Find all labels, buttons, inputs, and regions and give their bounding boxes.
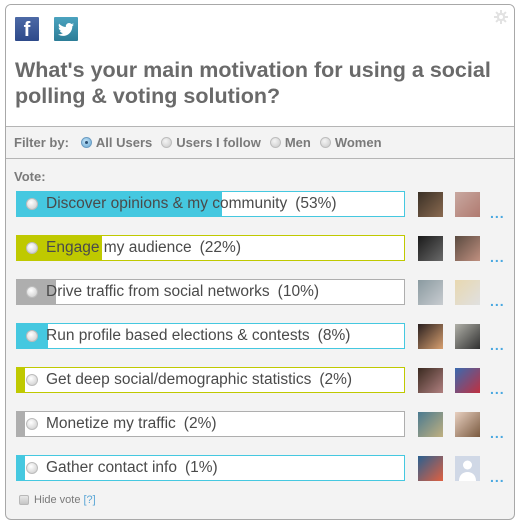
filter-option-label: Men <box>284 135 311 150</box>
hide-vote-control[interactable]: Hide vote [?] <box>19 494 96 506</box>
vote-option-row: Gather contact info (1%)... <box>6 455 514 485</box>
filter-bar: Filter by: All Users Users I follow Men … <box>6 127 514 159</box>
vote-radio-button[interactable] <box>26 198 38 210</box>
poll-header: f What's your main motivation for using … <box>6 5 514 127</box>
vote-option-label: Get deep social/demographic statistics <box>46 371 312 388</box>
more-voters-link[interactable]: ... <box>490 205 505 221</box>
filter-option-label: Women <box>334 135 382 150</box>
vote-percent-fill <box>17 456 25 480</box>
vote-option-row: Engage my audience (22%)... <box>6 235 514 265</box>
vote-option-bar[interactable]: Monetize my traffic (2%) <box>16 411 405 437</box>
voter-avatar[interactable] <box>455 192 480 217</box>
vote-option-label: Engage my audience <box>46 239 192 256</box>
facebook-glyph: f <box>23 19 31 41</box>
person-silhouette-icon <box>459 460 476 481</box>
vote-option-content: Drive traffic from social networks (10%) <box>26 280 319 304</box>
share-buttons: f <box>15 17 78 41</box>
vote-option-content: Monetize my traffic (2%) <box>26 412 217 436</box>
filter-men[interactable]: Men <box>269 135 311 150</box>
vote-option-row: Discover opinions & my community (53%)... <box>6 191 514 221</box>
vote-percent-fill <box>17 412 25 436</box>
vote-option-label: Run profile based elections & contests <box>46 327 310 344</box>
vote-radio-button[interactable] <box>26 462 38 474</box>
more-voters-link[interactable]: ... <box>490 425 505 441</box>
twitter-icon[interactable] <box>54 17 78 41</box>
twitter-bird-icon <box>58 22 74 36</box>
more-voters-link[interactable]: ... <box>490 469 505 485</box>
voter-avatar[interactable] <box>418 280 443 305</box>
vote-option-content: Run profile based elections & contests (8… <box>26 324 350 348</box>
filter-label: Filter by: <box>14 135 69 150</box>
voter-avatar[interactable] <box>418 192 443 217</box>
gear-icon[interactable] <box>494 10 508 24</box>
voter-avatar[interactable] <box>418 412 443 437</box>
voter-avatar[interactable] <box>455 368 480 393</box>
vote-option-bar[interactable]: Gather contact info (1%) <box>16 455 405 481</box>
voter-avatar[interactable] <box>418 456 443 481</box>
vote-option-bar[interactable]: Run profile based elections & contests (8… <box>16 323 405 349</box>
voter-avatar[interactable] <box>455 412 480 437</box>
hide-vote-label: Hide vote <box>34 494 81 506</box>
voter-avatar[interactable] <box>418 368 443 393</box>
vote-option-content: Gather contact info (1%) <box>26 456 218 480</box>
more-voters-link[interactable]: ... <box>490 337 505 353</box>
voter-avatar[interactable] <box>418 236 443 261</box>
vote-option-label: Monetize my traffic <box>46 415 176 432</box>
vote-radio-button[interactable] <box>26 418 38 430</box>
vote-percent-label: (2%) <box>319 371 353 388</box>
default-avatar[interactable] <box>455 456 480 481</box>
voter-avatar[interactable] <box>418 324 443 349</box>
more-voters-link[interactable]: ... <box>490 293 505 309</box>
poll-question: What's your main motivation for using a … <box>15 58 491 108</box>
more-voters-link[interactable]: ... <box>490 249 505 265</box>
vote-option-bar[interactable]: Discover opinions & my community (53%) <box>16 191 405 217</box>
vote-percent-label: (1%) <box>184 459 218 476</box>
vote-option-row: Monetize my traffic (2%)... <box>6 411 514 441</box>
vote-percent-fill <box>17 368 25 392</box>
vote-radio-button[interactable] <box>26 330 38 342</box>
voter-avatar[interactable] <box>455 324 480 349</box>
vote-option-content: Engage my audience (22%) <box>26 236 241 260</box>
vote-percent-label: (2%) <box>183 415 217 432</box>
voter-avatar[interactable] <box>455 280 480 305</box>
vote-option-label: Gather contact info <box>46 459 177 476</box>
vote-label: Vote: <box>14 169 46 184</box>
filter-women[interactable]: Women <box>319 135 382 150</box>
radio-button[interactable] <box>80 137 92 148</box>
vote-option-label: Drive traffic from social networks <box>46 283 270 300</box>
vote-percent-label: (8%) <box>317 327 351 344</box>
vote-option-content: Discover opinions & my community (53%) <box>26 192 337 216</box>
filter-option-label: All Users <box>95 135 153 150</box>
more-voters-link[interactable]: ... <box>490 381 505 397</box>
radio-button[interactable] <box>269 137 281 148</box>
facebook-icon[interactable]: f <box>15 17 39 41</box>
vote-radio-button[interactable] <box>26 242 38 254</box>
vote-option-row: Run profile based elections & contests (8… <box>6 323 514 353</box>
vote-percent-label: (53%) <box>295 195 337 212</box>
filter-users-i-follow[interactable]: Users I follow <box>161 135 261 150</box>
filter-all-users[interactable]: All Users <box>80 135 153 150</box>
hide-vote-checkbox[interactable] <box>19 495 29 505</box>
poll-widget: f What's your main motivation for using … <box>5 4 515 520</box>
radio-button[interactable] <box>161 137 173 148</box>
help-link[interactable]: [?] <box>83 494 95 506</box>
vote-option-content: Get deep social/demographic statistics (2… <box>26 368 352 392</box>
vote-percent-label: (22%) <box>199 239 241 256</box>
vote-percent-label: (10%) <box>277 283 320 300</box>
voter-avatar[interactable] <box>455 236 480 261</box>
vote-option-bar[interactable]: Engage my audience (22%) <box>16 235 405 261</box>
vote-option-row: Drive traffic from social networks (10%).… <box>6 279 514 309</box>
filter-option-label: Users I follow <box>176 135 261 150</box>
vote-option-bar[interactable]: Drive traffic from social networks (10%) <box>16 279 405 305</box>
vote-radio-button[interactable] <box>26 286 38 298</box>
vote-radio-button[interactable] <box>26 374 38 386</box>
vote-option-row: Get deep social/demographic statistics (2… <box>6 367 514 397</box>
vote-option-label: Discover opinions & my community <box>46 195 288 212</box>
radio-button[interactable] <box>319 137 331 148</box>
vote-option-bar[interactable]: Get deep social/demographic statistics (2… <box>16 367 405 393</box>
